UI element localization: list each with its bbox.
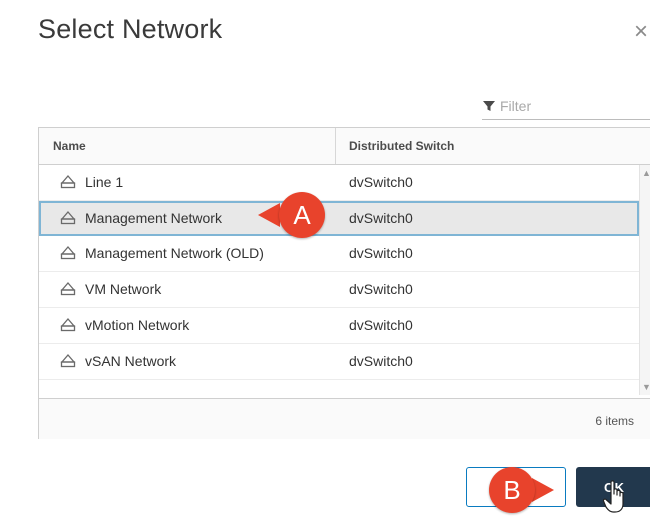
row-switch: dvSwitch0 xyxy=(349,317,413,333)
table-body: Line 1 dvSwitch0 Management Network dvSw… xyxy=(39,165,639,395)
vertical-scrollbar[interactable]: ▲ ▼ xyxy=(639,165,650,395)
callout-a-pointer xyxy=(258,203,280,227)
scroll-down-icon[interactable]: ▼ xyxy=(642,382,650,392)
row-switch: dvSwitch0 xyxy=(349,353,413,369)
network-icon xyxy=(60,318,76,332)
column-header-name[interactable]: Name xyxy=(53,139,86,153)
callout-b-pointer xyxy=(532,478,554,502)
network-icon xyxy=(60,354,76,368)
table-row[interactable]: vSAN Network dvSwitch0 xyxy=(39,344,639,380)
column-divider[interactable] xyxy=(335,128,336,164)
network-icon xyxy=(60,282,76,296)
scroll-up-icon[interactable]: ▲ xyxy=(642,168,650,178)
row-name: Line 1 xyxy=(85,174,124,190)
row-name: Management Network (OLD) xyxy=(85,245,264,261)
network-table: Name Distributed Switch Line 1 dvSwitch0… xyxy=(38,127,650,439)
table-row[interactable]: Management Network (OLD) dvSwitch0 xyxy=(39,236,639,272)
table-footer: 6 items xyxy=(39,398,650,439)
row-name: VM Network xyxy=(85,281,162,297)
row-name: Management Network xyxy=(85,210,222,226)
dialog-title: Select Network xyxy=(38,14,223,44)
table-row[interactable]: VM Network dvSwitch0 xyxy=(39,272,639,308)
row-name: vMotion Network xyxy=(85,317,190,333)
network-icon xyxy=(60,211,76,225)
hand-cursor-icon xyxy=(603,480,624,513)
callout-a-badge: A xyxy=(279,192,325,238)
network-icon xyxy=(60,246,76,260)
close-icon[interactable]: × xyxy=(634,18,648,46)
network-icon xyxy=(60,175,76,189)
table-row[interactable]: vMotion Network dvSwitch0 xyxy=(39,308,639,344)
row-switch: dvSwitch0 xyxy=(349,281,413,297)
row-switch: dvSwitch0 xyxy=(349,174,413,190)
item-count: 6 items xyxy=(595,414,634,428)
filter-funnel-icon xyxy=(483,101,495,111)
table-row-selected[interactable]: Management Network dvSwitch0 xyxy=(39,201,639,236)
row-switch: dvSwitch0 xyxy=(349,245,413,261)
row-switch: dvSwitch0 xyxy=(349,210,413,226)
callout-b-badge: B xyxy=(489,467,535,513)
table-header: Name Distributed Switch xyxy=(39,128,650,165)
table-row[interactable]: Line 1 dvSwitch0 xyxy=(39,165,639,201)
filter-input[interactable]: Filter xyxy=(482,95,650,120)
row-name: vSAN Network xyxy=(85,353,177,369)
filter-placeholder: Filter xyxy=(500,98,532,114)
column-header-distributed-switch[interactable]: Distributed Switch xyxy=(349,139,454,153)
